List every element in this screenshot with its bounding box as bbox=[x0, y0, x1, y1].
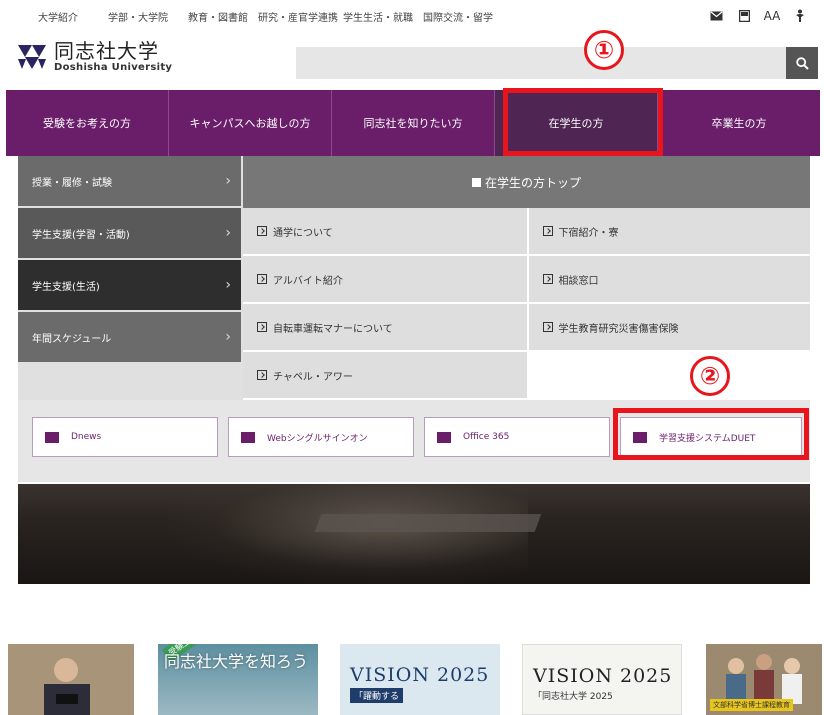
banner-subtitle: 「同志社大学 2025 bbox=[533, 692, 613, 702]
arrow-box-icon bbox=[257, 274, 267, 284]
nav-item-alumni[interactable]: 卒業生の方 bbox=[658, 90, 820, 156]
side-item-courses[interactable]: 授業・履修・試験 › bbox=[18, 156, 241, 208]
person-photo-icon bbox=[8, 644, 134, 715]
banner-doctoral-program[interactable]: 文部科学省博士課程教育 bbox=[706, 644, 822, 715]
banner-vision-2025-a[interactable]: VISION 2025 「躍動する bbox=[340, 644, 500, 715]
utility-bar: 大学紹介 学部・大学院 教育・図書館 研究・産官学連携 学生生活・就職 国際交流… bbox=[0, 0, 824, 32]
arrow-box-icon bbox=[471, 177, 481, 187]
external-link-icon bbox=[437, 431, 451, 443]
side-item-label: 年間スケジュール bbox=[32, 333, 112, 345]
logo-japanese: 同志社大学 bbox=[54, 39, 159, 63]
util-link-education[interactable]: 教育・図書館 bbox=[178, 9, 258, 24]
arrow-box-icon bbox=[542, 226, 553, 236]
mail-icon[interactable] bbox=[702, 4, 730, 28]
highlight-box-2 bbox=[613, 408, 809, 460]
arrow-box-icon bbox=[542, 322, 553, 332]
chevron-right-icon: › bbox=[225, 277, 231, 293]
external-link-icon bbox=[45, 431, 59, 443]
hero-image bbox=[18, 484, 810, 584]
search-icon bbox=[795, 56, 809, 70]
banner-title: VISION 2025 bbox=[350, 664, 490, 686]
link-housing[interactable]: 下宿紹介・寮 bbox=[526, 208, 810, 254]
top-link-label: 在学生の方トップ bbox=[484, 175, 581, 190]
search-button[interactable] bbox=[786, 47, 818, 79]
bookmark-icon[interactable] bbox=[730, 4, 758, 28]
util-link-research[interactable]: 研究・産官学連携 bbox=[258, 9, 338, 24]
banner-subtitle: 「躍動する bbox=[350, 688, 404, 703]
banner-vision-2025-b[interactable]: VISION 2025 「同志社大学 2025 bbox=[522, 644, 682, 715]
banner-person-photo[interactable] bbox=[8, 644, 134, 715]
annotation-1: ① bbox=[584, 30, 624, 70]
page: 大学紹介 学部・大学院 教育・図書館 研究・産官学連携 学生生活・就職 国際交流… bbox=[0, 0, 824, 715]
side-menu: 授業・履修・試験 › 学生支援(学習・活動) › 学生支援(生活) › 年間スケ… bbox=[18, 156, 241, 364]
link-bicycle-manners[interactable]: 自転車運転マナーについて bbox=[243, 304, 527, 350]
banner-title: VISION 2025 bbox=[533, 665, 673, 687]
empty-cell bbox=[526, 352, 810, 398]
font-size-icon[interactable]: AA bbox=[758, 4, 786, 28]
side-item-label: 学生支援(学習・活動) bbox=[32, 229, 130, 241]
logo[interactable]: 同志社大学 Doshisha University bbox=[14, 40, 172, 73]
side-item-study-support[interactable]: 学生支援(学習・活動) › bbox=[18, 208, 241, 260]
arrow-box-icon bbox=[257, 370, 267, 380]
link-commuting[interactable]: 通学について bbox=[243, 208, 527, 254]
chevron-right-icon: › bbox=[225, 329, 231, 345]
link-chapel-hour[interactable]: チャペル・アワー bbox=[243, 352, 527, 398]
side-item-label: 学生支援(生活) bbox=[32, 281, 100, 293]
chevron-right-icon: › bbox=[225, 225, 231, 241]
logo-english: Doshisha University bbox=[54, 62, 173, 73]
quick-link-office365[interactable]: Office 365 bbox=[424, 417, 610, 457]
link-part-time-jobs[interactable]: アルバイト紹介 bbox=[243, 256, 527, 302]
current-students-top-link[interactable]: 在学生の方トップ bbox=[243, 156, 810, 208]
accessibility-icon[interactable] bbox=[786, 4, 814, 28]
arrow-box-icon bbox=[257, 226, 267, 236]
util-link-international[interactable]: 国際交流・留学 bbox=[418, 9, 498, 24]
nav-item-about[interactable]: 同志社を知りたい方 bbox=[332, 90, 495, 156]
highlight-box-1 bbox=[503, 88, 663, 156]
nav-item-visitors[interactable]: キャンパスへお越しの方 bbox=[169, 90, 332, 156]
banner-know-doshisha[interactable]: 受験生向け 同志社大学を知ろう bbox=[158, 644, 318, 715]
nav-item-prospective[interactable]: 受験をお考えの方 bbox=[6, 90, 169, 156]
link-insurance[interactable]: 学生教育研究災害傷害保険 bbox=[526, 304, 810, 350]
banner-title: 同志社大学を知ろう bbox=[163, 652, 308, 671]
external-link-icon bbox=[241, 431, 255, 443]
arrow-box-icon bbox=[257, 322, 267, 332]
link-consultation[interactable]: 相談窓口 bbox=[526, 256, 810, 302]
utility-icons: AA bbox=[702, 4, 814, 28]
annotation-2: ② bbox=[690, 356, 730, 396]
quick-link-sso[interactable]: Webシングルサインオン bbox=[228, 417, 414, 457]
chevron-right-icon: › bbox=[225, 173, 231, 189]
header: 同志社大学 Doshisha University bbox=[0, 32, 824, 87]
side-item-schedule[interactable]: 年間スケジュール › bbox=[18, 312, 241, 364]
logo-mark-icon bbox=[18, 44, 46, 69]
main-nav: 受験をお考えの方 キャンパスへお越しの方 同志社を知りたい方 在学生の方 卒業生… bbox=[6, 90, 820, 156]
util-link-faculties[interactable]: 学部・大学院 bbox=[98, 9, 178, 24]
banner-tag: 文部科学省博士課程教育 bbox=[710, 699, 793, 711]
util-link-student-life[interactable]: 学生生活・就職 bbox=[338, 9, 418, 24]
side-item-life-support[interactable]: 学生支援(生活) › bbox=[18, 260, 241, 312]
search-input[interactable] bbox=[296, 47, 786, 79]
quick-link-dnews[interactable]: Dnews bbox=[32, 417, 218, 457]
side-item-label: 授業・履修・試験 bbox=[32, 177, 112, 189]
util-link-about[interactable]: 大学紹介 bbox=[18, 9, 98, 24]
arrow-box-icon bbox=[542, 274, 553, 284]
